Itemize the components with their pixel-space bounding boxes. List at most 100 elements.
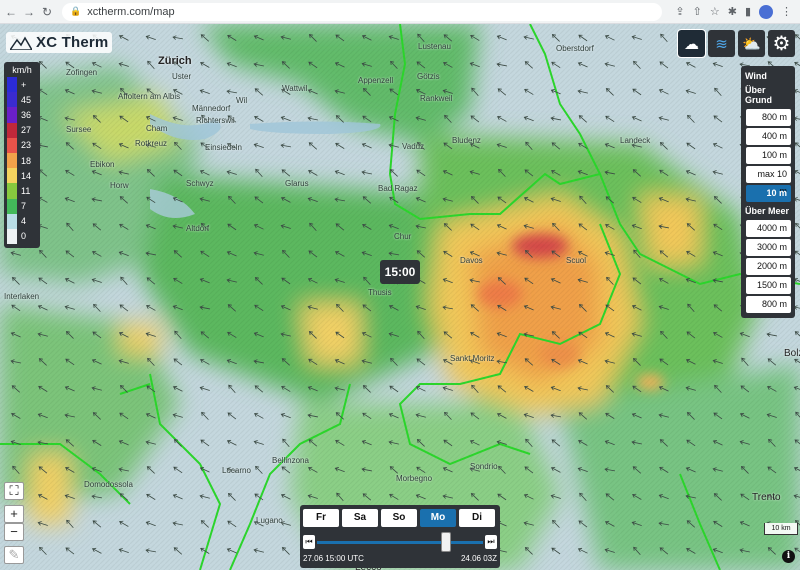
wind-arrow (469, 278, 480, 283)
forward-icon[interactable]: → (22, 5, 36, 19)
altitude-panel: Wind Über Grund 800 m400 m100 mmax 10 m1… (741, 66, 795, 318)
wind-arrow (388, 115, 399, 122)
place-label: Chur (394, 232, 412, 241)
wind-arrow (713, 196, 722, 204)
skip-forward-button[interactable]: ⏭ (485, 535, 497, 549)
menu-icon[interactable]: ⋮ (781, 5, 792, 18)
wind-arrow (471, 384, 479, 393)
zoom-in-button[interactable]: + (4, 505, 24, 523)
wind-arrow (524, 547, 533, 555)
altitude-msl-option[interactable]: 2000 m (746, 258, 791, 275)
wind-arrow (362, 223, 372, 230)
altitude-agl-option[interactable]: 100 m (746, 147, 791, 164)
wind-arrow (793, 466, 800, 473)
wind-layer-button[interactable]: ≋ (708, 30, 735, 57)
wind-arrow (145, 412, 156, 419)
wind-arrow (658, 197, 669, 203)
wind-arrow (551, 358, 561, 365)
pencil-icon: ✎ (8, 547, 20, 562)
settings-button[interactable]: ⚙ (768, 30, 795, 57)
day-button-fr[interactable]: Fr (303, 509, 339, 527)
wind-arrow (496, 223, 507, 230)
wind-arrow (604, 520, 615, 527)
altitude-agl-option[interactable]: 800 m (746, 109, 791, 126)
place-label: Rankweil (420, 94, 453, 103)
day-button-so[interactable]: So (381, 509, 417, 527)
wind-arrow (253, 143, 264, 149)
share-icon[interactable]: ⇪ (675, 5, 684, 18)
wind-arrow (442, 494, 453, 499)
wind-arrow (281, 61, 290, 69)
wind-arrow (550, 197, 561, 202)
fullscreen-button[interactable]: ⛶ (4, 482, 24, 500)
day-button-sa[interactable]: Sa (342, 509, 378, 527)
wind-arrow (361, 170, 372, 175)
wind-arrow (631, 224, 642, 230)
day-button-di[interactable]: Di (459, 509, 495, 527)
wind-arrow (335, 115, 344, 123)
draw-button[interactable]: ✎ (4, 546, 24, 564)
wind-arrow (415, 305, 426, 311)
wind-arrow (525, 438, 533, 447)
wind-arrow (64, 494, 75, 500)
zoom-out-button[interactable]: − (4, 523, 24, 541)
altitude-agl-option[interactable]: max 10 m (746, 166, 791, 196)
time-slider[interactable]: ⏮ ⏭ (303, 531, 497, 553)
wind-arrow (793, 494, 800, 499)
wind-arrow (120, 276, 128, 286)
wind-arrow (119, 223, 129, 230)
avatar[interactable] (759, 4, 773, 19)
legend-swatch (7, 198, 17, 214)
slider-track[interactable] (317, 541, 483, 544)
wind-arrow (226, 170, 237, 175)
wind-arrow (282, 249, 290, 258)
altitude-msl-option[interactable]: 800 m (746, 296, 791, 313)
place-label: Affoltern am Albis (118, 92, 181, 101)
skip-back-button[interactable]: ⏮ (303, 535, 315, 549)
wind-arrow (442, 278, 453, 284)
sidebar-icon[interactable]: ▮ (745, 5, 751, 18)
wind-arrow (470, 304, 480, 312)
app-logo[interactable]: XC Therm (6, 32, 113, 53)
wind-arrow (119, 520, 129, 527)
wind-arrow (118, 331, 129, 338)
upload-icon[interactable]: ⇧ (693, 5, 702, 18)
wind-arrow (93, 303, 101, 312)
place-label: Sondrio (470, 462, 498, 471)
wind-arrow (145, 548, 156, 553)
wind-arrow (145, 224, 156, 230)
address-bar[interactable]: 🔒 xctherm.com/map (62, 2, 662, 21)
day-button-mo[interactable]: Mo (420, 509, 456, 527)
wind-arrow (253, 223, 264, 230)
reload-icon[interactable]: ↻ (40, 5, 54, 19)
wind-arrow (631, 412, 642, 419)
thermal-cloud-layer-button[interactable]: ☁ (677, 29, 706, 58)
wind-arrow (361, 142, 372, 149)
wind-arrow (389, 88, 399, 96)
wind-arrow (37, 413, 48, 419)
altitude-msl-option[interactable]: 1500 m (746, 277, 791, 294)
weather-layer-button[interactable]: ⛅ (738, 30, 765, 57)
altitude-msl-option[interactable]: 4000 m (746, 220, 791, 237)
info-button[interactable]: i (782, 550, 795, 563)
scale-bar: 10 km (764, 523, 798, 535)
wind-arrow (631, 332, 642, 337)
wind-arrow (632, 169, 641, 177)
weather-map[interactable]: Zürich Wil Wattwil Appenzell Lustenau Ob… (0, 24, 800, 570)
altitude-agl-option[interactable]: 10 m (746, 185, 791, 202)
wind-arrow (714, 87, 722, 96)
wind-arrow (334, 467, 345, 473)
slider-thumb[interactable] (441, 532, 452, 552)
legend-label: 7 (21, 201, 27, 212)
star-icon[interactable]: ☆ (710, 5, 720, 18)
wind-arrow (11, 385, 21, 393)
wind-arrow (388, 224, 399, 230)
extensions-icon[interactable]: ✱ (728, 5, 737, 18)
altitude-agl-option[interactable]: 400 m (746, 128, 791, 145)
legend-label: 23 (21, 140, 32, 151)
wind-arrow (361, 467, 372, 472)
place-label: Thusis (368, 288, 392, 297)
back-icon[interactable]: ← (4, 5, 18, 19)
altitude-msl-option[interactable]: 3000 m (746, 239, 791, 256)
wind-arrow (227, 223, 237, 231)
